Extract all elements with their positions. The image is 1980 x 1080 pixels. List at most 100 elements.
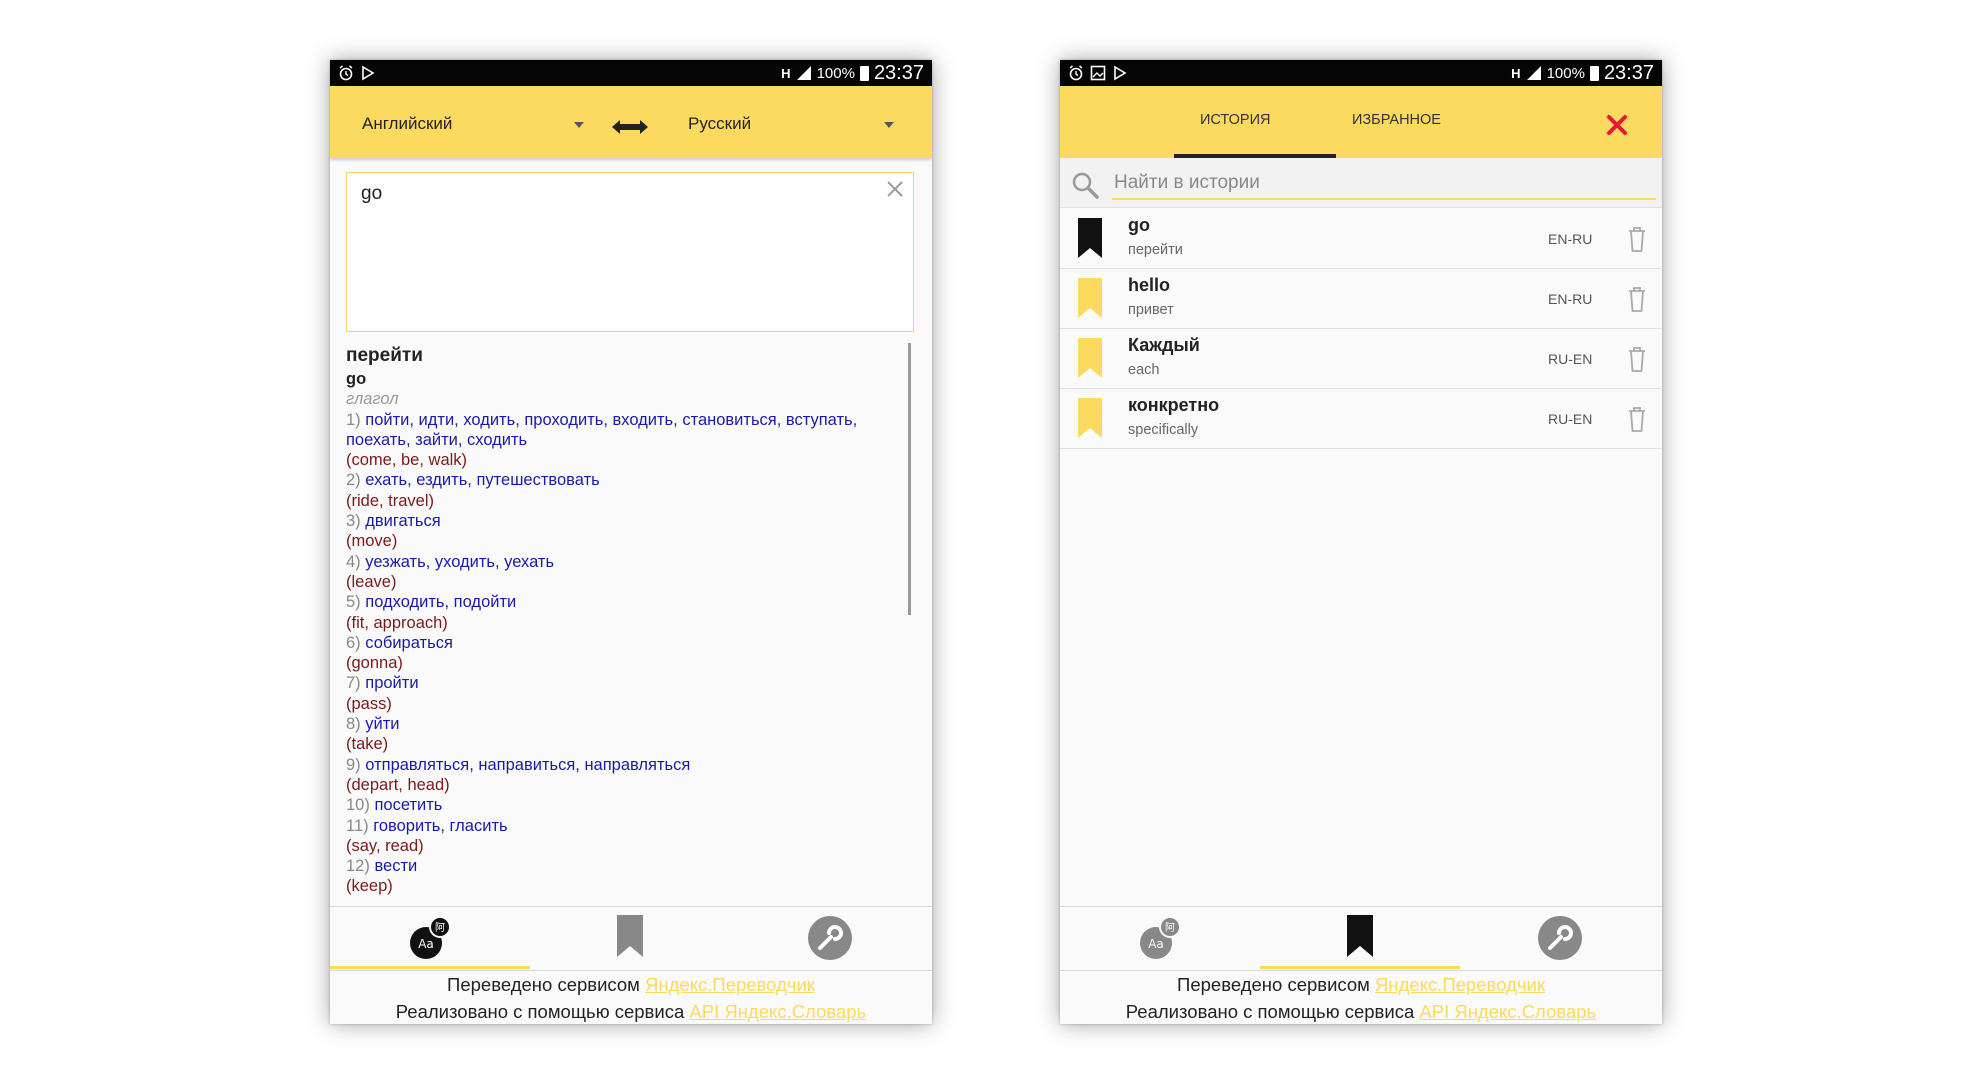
meaning-item: 7) пройти <box>346 673 906 693</box>
meaning-translations[interactable]: ехать, ездить, путешествовать <box>365 471 599 489</box>
attribution-footer: Переведено сервисом Яндекс.Переводчик Ре… <box>1060 970 1662 1024</box>
yandex-dictionary-link[interactable]: API Яндекс.Словарь <box>1419 1001 1596 1022</box>
bookmark-toggle-icon[interactable] <box>1078 278 1102 318</box>
meaning-item: 9) отправляться, направиться, направлять… <box>346 755 906 775</box>
bottom-nav: Aa 阿 <box>1060 906 1662 970</box>
translation-input[interactable]: go <box>346 172 914 332</box>
source-dropdown-icon[interactable] <box>574 122 584 128</box>
meaning-item: 1) пойти, идти, ходить, проходить, входи… <box>346 410 906 430</box>
input-text[interactable]: go <box>361 183 382 205</box>
history-word: конкретно <box>1128 395 1220 415</box>
meaning-examples: (ride, travel) <box>346 491 435 510</box>
meaning-number: 1) <box>346 410 361 429</box>
history-search <box>1060 158 1662 208</box>
meaning-examples: (move) <box>346 532 398 551</box>
meaning-translations[interactable]: вести <box>374 857 417 875</box>
target-dropdown-icon[interactable] <box>884 122 894 128</box>
translate-icon: Aa 阿 <box>410 916 451 959</box>
delete-trash-icon[interactable] <box>1626 405 1648 433</box>
meaning-number: 9) <box>346 755 361 774</box>
nav-active-indicator <box>330 966 530 969</box>
tab-favorites[interactable]: ИЗБРАННОЕ <box>1352 112 1441 128</box>
meaning-translations[interactable]: отправляться, направиться, направляться <box>365 756 690 774</box>
meaning-examples: (take) <box>346 735 389 754</box>
bookmark-toggle-icon[interactable] <box>1078 338 1102 378</box>
battery-percent: 100% <box>1546 64 1585 82</box>
bookmark-toggle-icon[interactable] <box>1078 218 1102 258</box>
yandex-dictionary-link[interactable]: API Яндекс.Словарь <box>689 1001 866 1022</box>
meaning-examples: (fit, approach) <box>346 613 448 632</box>
clear-icon[interactable] <box>885 179 905 199</box>
status-bar: H 100% 23:37 <box>330 60 932 86</box>
language-bar: Английский Русский <box>330 86 932 158</box>
target-language-select[interactable]: Русский <box>688 114 751 134</box>
attribution-text-2: Реализовано с помощью сервиса <box>395 1001 690 1022</box>
image-icon <box>1090 65 1106 81</box>
attribution-footer: Переведено сервисом Яндекс.Переводчик Ре… <box>330 970 932 1024</box>
nav-translate[interactable]: Aa 阿 <box>1060 907 1260 969</box>
meaning-translations-cont[interactable]: поехать, зайти, сходить <box>346 430 906 450</box>
delete-trash-icon[interactable] <box>1626 225 1648 253</box>
clear-history-icon[interactable] <box>1606 114 1628 136</box>
delete-trash-icon[interactable] <box>1626 285 1648 313</box>
attribution-text-2: Реализовано с помощью сервиса <box>1125 1001 1420 1022</box>
source-language-select[interactable]: Английский <box>362 114 452 134</box>
bookmark-toggle-icon[interactable] <box>1078 398 1102 438</box>
meaning-number: 5) <box>346 593 361 612</box>
meaning-number: 7) <box>346 674 361 693</box>
meaning-translations[interactable]: пройти <box>365 674 418 692</box>
yandex-translate-link[interactable]: Яндекс.Переводчик <box>645 974 815 995</box>
meaning-item: 2) ехать, ездить, путешествовать <box>346 470 906 490</box>
meaning-translations[interactable]: собираться <box>365 634 453 652</box>
nav-history[interactable] <box>530 907 730 969</box>
meaning-item: 12) вести <box>346 856 906 876</box>
history-row[interactable]: конкретно specifically RU-EN <box>1060 389 1662 449</box>
meaning-translations[interactable]: посетить <box>374 796 442 814</box>
network-type: H <box>1511 65 1521 81</box>
meaning-translations[interactable]: уйти <box>365 715 399 733</box>
svg-text:阿: 阿 <box>1165 922 1175 934</box>
yandex-translate-link[interactable]: Яндекс.Переводчик <box>1375 974 1545 995</box>
translate-icon: Aa 阿 <box>1140 916 1181 959</box>
signal-icon <box>796 66 811 80</box>
nav-translate[interactable]: Aa 阿 <box>330 907 530 969</box>
meaning-translations[interactable]: двигаться <box>365 512 440 530</box>
meaning-item: 10) посетить <box>346 795 906 815</box>
meaning-translations[interactable]: пойти, идти, ходить, проходить, входить,… <box>365 411 857 429</box>
play-store-icon <box>1114 65 1127 81</box>
clock: 23:37 <box>873 61 924 84</box>
history-row[interactable]: go перейти EN-RU <box>1060 209 1662 269</box>
nav-active-indicator <box>1260 966 1460 969</box>
meaning-number: 12) <box>346 857 370 876</box>
history-row[interactable]: Каждый each RU-EN <box>1060 329 1662 389</box>
meaning-examples: (depart, head) <box>346 775 450 794</box>
play-store-icon <box>362 65 375 81</box>
history-row[interactable]: hello привет EN-RU <box>1060 269 1662 329</box>
nav-history[interactable] <box>1260 907 1460 969</box>
history-search-input[interactable] <box>1112 168 1656 200</box>
clock: 23:37 <box>1603 61 1654 84</box>
meaning-examples: (say, read) <box>346 836 424 855</box>
swap-languages-icon[interactable] <box>612 120 648 134</box>
nav-settings[interactable] <box>730 907 930 969</box>
meaning-number: 2) <box>346 471 361 490</box>
meaning-item: 6) собираться <box>346 633 906 653</box>
nav-settings[interactable] <box>1460 907 1660 969</box>
history-list: go перейти EN-RU hello привет EN-RU Каждый each… <box>1060 209 1662 449</box>
meaning-item: 11) говорить, гласить <box>346 816 906 836</box>
history-word: hello <box>1128 275 1171 295</box>
meaning-examples: (come, be, walk) <box>346 451 468 470</box>
history-lang-pair: RU-EN <box>1548 351 1593 367</box>
tab-history[interactable]: ИСТОРИЯ <box>1200 112 1270 128</box>
meaning-translations[interactable]: уезжать, уходить, уехать <box>365 553 554 571</box>
delete-trash-icon[interactable] <box>1626 345 1648 373</box>
battery-percent: 100% <box>816 64 855 82</box>
meaning-translations[interactable]: подходить, подойти <box>365 593 516 611</box>
history-translation: specifically <box>1128 422 1199 438</box>
translator-screen: H 100% 23:37 Английский Русский go перей… <box>330 60 932 1024</box>
meaning-number: 10) <box>346 796 370 815</box>
meaning-translations[interactable]: говорить, гласить <box>373 817 507 835</box>
meaning-item: 4) уезжать, уходить, уехать <box>346 552 906 572</box>
result-scrollbar[interactable] <box>908 343 911 615</box>
part-of-speech: глагол <box>346 390 399 409</box>
